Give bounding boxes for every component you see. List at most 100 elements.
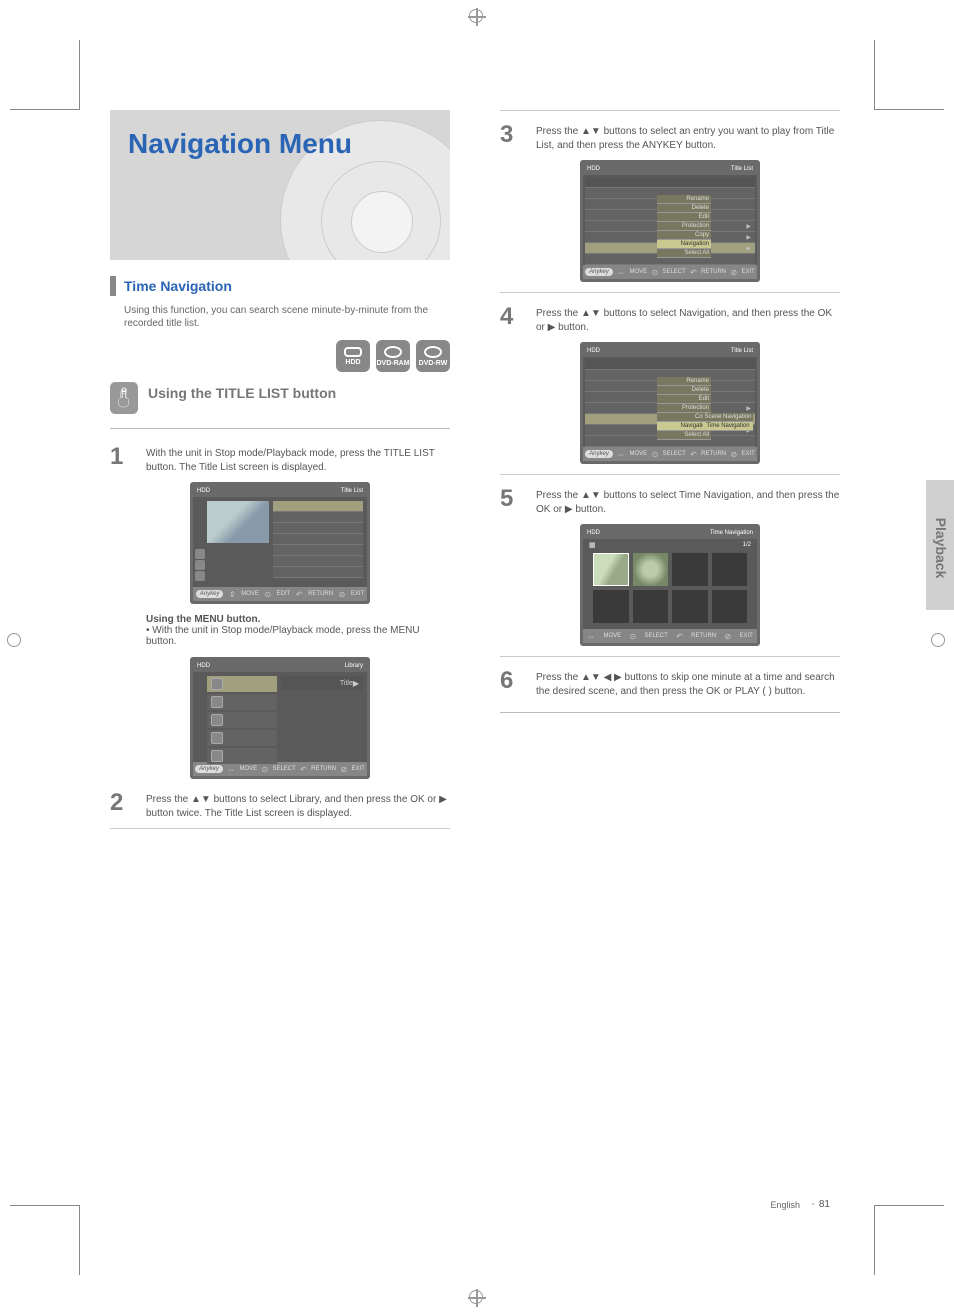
menu-item-divx — [207, 694, 277, 710]
exit-icon: ⊘ — [730, 268, 737, 277]
page-indicator: 1/2 — [743, 542, 751, 548]
dvd-ram-badge-icon: DVD-RAM — [376, 340, 410, 372]
touch-hand-icon — [110, 382, 138, 414]
anykey-button: Anykey — [195, 765, 223, 773]
badge-label-dvdram: DVD-RAM — [376, 360, 409, 367]
step-number-3: 3 — [500, 121, 526, 152]
intro-text: Using this function, you can search scen… — [110, 304, 450, 330]
divider — [110, 828, 450, 829]
divider — [110, 428, 450, 429]
page-number: -81 — [812, 1199, 830, 1210]
hdd-badge-icon: HDD — [336, 340, 370, 372]
step-1-text: With the unit in Stop mode/Playback mode… — [146, 443, 450, 474]
exit-icon: ⊘ — [724, 632, 731, 641]
divider — [500, 292, 840, 293]
divider — [500, 656, 840, 657]
shot1-header-left: HDD — [197, 488, 210, 494]
thumb-empty — [672, 590, 708, 623]
footer-select: SELECT — [662, 451, 685, 457]
thumb-empty — [593, 590, 629, 623]
thumb-empty — [712, 590, 748, 623]
menu-item-title — [207, 676, 277, 692]
footer-move: MOVE — [241, 591, 259, 597]
crop-mark-bottom-left — [10, 1205, 80, 1275]
crop-mark-top-left — [10, 40, 80, 110]
registration-mark-left — [6, 632, 24, 650]
shot1-sidebar-icons — [195, 549, 205, 582]
footer-exit: EXIT — [351, 591, 364, 597]
footer-move: MOVE — [629, 451, 647, 457]
step-4-text: Press the ▲▼ buttons to select Navigatio… — [536, 303, 840, 334]
shot3-header-right: Title List — [731, 166, 753, 172]
select-icon: ⊙ — [651, 450, 658, 459]
right-arrow-icon: ▶ — [353, 679, 359, 688]
screenshot-navigation-submenu: HDD Title List ▶ ▶ ▶ Rename Delete Edit … — [580, 342, 760, 464]
thumb-empty — [672, 553, 708, 586]
crop-mark-top-right — [874, 40, 944, 110]
footer-return: RETURN — [308, 591, 333, 597]
shot4-submenu2: Scene Navigation Time Navigation — [703, 413, 753, 431]
section-bar-icon — [110, 276, 116, 296]
footer-return: RETURN — [701, 269, 726, 275]
step-3: 3 Press the ▲▼ buttons to select an entr… — [500, 121, 840, 152]
shot1-rows — [273, 501, 363, 583]
shot3-submenu: Rename Delete Edit Protection Copy Navig… — [657, 195, 711, 258]
registration-mark-top — [468, 8, 486, 26]
move-icon: ⇔ — [617, 268, 625, 277]
shot2-right-panel: Title ▶ — [281, 676, 363, 690]
divider — [500, 712, 840, 713]
select-icon: ⊙ — [629, 632, 636, 641]
side-tab-playback: Playback — [926, 480, 954, 610]
media-badges: HDD DVD-RAM DVD-RW — [110, 340, 450, 372]
anykey-button: Anykey — [585, 450, 613, 458]
return-icon: ↶ — [690, 450, 697, 459]
side-tab-label: Playback — [933, 493, 949, 603]
select-icon: ⊙ — [651, 268, 658, 277]
return-icon: ↶ — [690, 268, 697, 277]
return-icon: ↶ — [676, 632, 683, 641]
screenshot-title-list: HDD Title List Anykey ⇕ MOVE ⊙ EDIT — [190, 482, 370, 604]
step-6-text: Press the ▲▼ ◀ ▶ buttons to skip one min… — [536, 667, 840, 698]
page-title: Navigation Menu — [110, 110, 450, 160]
thumb-2 — [633, 553, 669, 586]
step-1-alt: Using the MENU button. • With the unit i… — [110, 614, 450, 647]
step-5-text: Press the ▲▼ buttons to select Time Navi… — [536, 485, 840, 516]
select-icon: ⊙ — [264, 590, 271, 599]
footer-edit: EDIT — [277, 591, 291, 597]
footer-return: RETURN — [701, 451, 726, 457]
step-1-alt-head: Using the MENU button. — [146, 614, 260, 625]
title-banner: Navigation Menu — [110, 110, 450, 260]
step-number-4: 4 — [500, 303, 526, 334]
divider — [500, 110, 840, 111]
dvd-rw-badge-icon: DVD-RW — [416, 340, 450, 372]
footer-exit: EXIT — [741, 269, 754, 275]
shot2-menu-list — [207, 676, 277, 766]
move-icon: ⇔ — [587, 632, 595, 641]
step-1-alt-body: • With the unit in Stop mode/Playback mo… — [146, 625, 420, 647]
menu-item-music — [207, 712, 277, 728]
section-heading: Time Navigation — [110, 276, 450, 296]
badge-label-dvdrw: DVD-RW — [419, 360, 448, 367]
footer-move: MOVE — [629, 269, 647, 275]
page-number-value: 81 — [819, 1199, 830, 1210]
step-3-text: Press the ▲▼ buttons to select an entry … — [536, 121, 840, 152]
step-number-5: 5 — [500, 485, 526, 516]
exit-icon: ⊘ — [730, 450, 737, 459]
screenshot-time-navigation: HDD Time Navigation ▦ 1/2 — [580, 524, 760, 646]
shot4-header-left: HDD — [587, 348, 600, 354]
step-6: 6 Press the ▲▼ ◀ ▶ buttons to skip one m… — [500, 667, 840, 698]
footer-exit: EXIT — [739, 633, 752, 639]
thumb-1 — [593, 553, 629, 586]
updown-icon: ⇕ — [229, 590, 236, 599]
crop-mark-bottom-right — [874, 1205, 944, 1275]
thumb-empty — [712, 553, 748, 586]
screenshot-anykey-menu: HDD Title List ▶▶ ▶ Rename Delete Edit P… — [580, 160, 760, 282]
running-footer: English — [770, 1200, 800, 1210]
touch-row: Using the TITLE LIST button — [110, 382, 450, 414]
shot2-header-right: Library — [345, 663, 363, 669]
exit-icon: ⊘ — [340, 765, 347, 774]
badge-label-hdd: HDD — [345, 359, 360, 366]
anykey-button: Anykey — [196, 590, 224, 598]
shot5-header-right: Time Navigation — [710, 530, 753, 536]
menu-item-photo — [207, 730, 277, 746]
